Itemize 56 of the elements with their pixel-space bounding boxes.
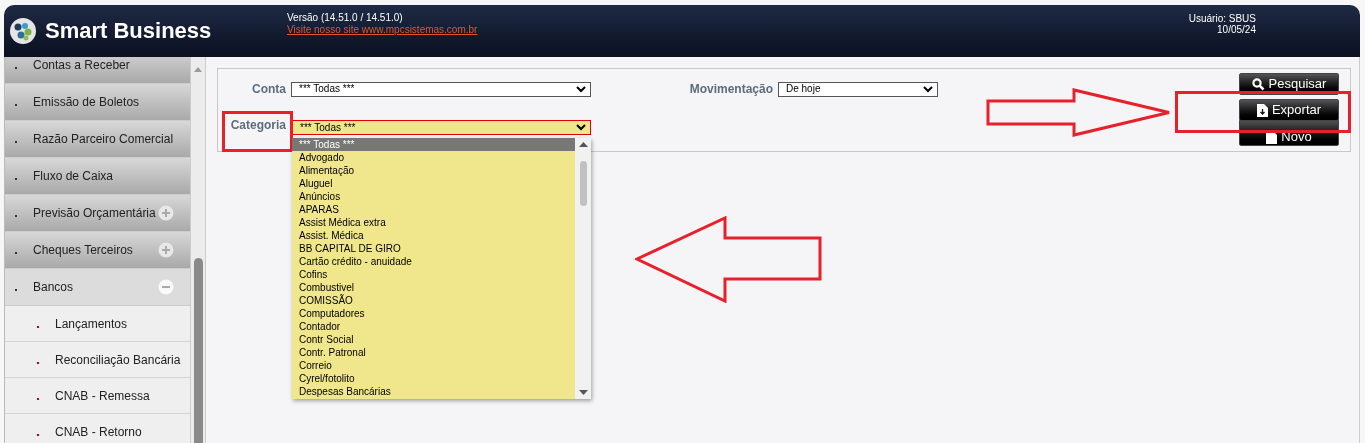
scroll-thumb[interactable] [579,161,587,206]
dropdown-option[interactable]: Anúncios [292,190,575,203]
sidebar-item[interactable]: Previsão Orçamentária [5,195,190,232]
dropdown-option[interactable]: Correio [292,359,575,372]
dropdown-option[interactable]: BB CAPITAL DE GIRO [292,242,575,255]
version-text: Versão (14.51.0 / 14.51.0) [287,12,404,24]
dropdown-option[interactable]: APARAS [292,203,575,216]
dropdown-option[interactable]: Cyrel/fotolito [292,372,575,385]
dropdown-option[interactable]: Contr Social [292,333,575,346]
field-label: Conta [251,81,286,98]
chevron-down-icon [923,85,933,93]
dropdown-select[interactable]: De hoje [778,81,938,97]
dropdown-option[interactable]: Despesas Bancárias [292,385,575,398]
dropdown-option[interactable]: Aluguel [292,177,575,190]
dropdown-option[interactable]: COMISSÃO [292,294,575,307]
scroll-thumb[interactable] [193,258,203,443]
sidebar-item[interactable]: Fluxo de Caixa [5,158,190,195]
dropdown-option[interactable]: Assist. Médica [292,229,575,242]
scrollbar[interactable] [575,138,591,399]
expand-icon[interactable] [158,205,174,221]
dropdown-option[interactable]: Alimentação [292,164,575,177]
collapse-icon[interactable] [158,279,174,295]
site-link[interactable]: Visite nosso site www.mpcsistemas.com.br [287,24,478,36]
logo-icon [9,17,37,45]
sidebar-item[interactable]: Bancos [5,269,190,306]
dropdown-option[interactable]: *** Todas *** [292,138,575,151]
file-icon [1266,130,1278,144]
dropdown-option[interactable]: Advogado [292,151,575,164]
sidebar-item[interactable]: Razão Parceiro Comercial [5,121,190,158]
scrollbar[interactable] [190,57,206,443]
dropdown-option[interactable]: Assist Médica extra [292,216,575,229]
expand-icon[interactable] [158,242,174,258]
sidebar-item[interactable]: Emissão de Boletos [5,84,190,121]
chevron-down-icon [576,124,586,131]
sidebar-item[interactable]: Cheques Terceiros [5,232,190,269]
search-icon [1251,77,1265,91]
field-label: Movimentação [689,81,773,98]
highlight-frame [222,111,293,152]
scroll-up-icon[interactable] [578,142,588,147]
dropdown-select[interactable]: *** Todas *** [292,120,591,135]
file-download-icon [1256,103,1268,117]
dropdown-select[interactable]: *** Todas *** [291,81,591,97]
dropdown-option[interactable]: Cartão crédito - anuidade [292,255,575,268]
dropdown-option[interactable]: Combustivel [292,281,575,294]
sidebar-item[interactable]: Contas a Receber [5,57,190,84]
action-button[interactable]: Exportar [1239,99,1339,121]
dropdown-option[interactable]: Computadores [292,307,575,320]
user-text: Usuário: SBUS [1188,13,1256,24]
chevron-down-icon [576,85,586,93]
scroll-down-icon[interactable] [578,390,588,395]
app-title: Smart Business [45,20,213,42]
date-text: 10/05/24 [1217,24,1256,35]
field-label: Categoria [229,117,286,134]
dropdown-option[interactable]: Cofins [292,268,575,281]
dropdown-option[interactable]: Contador [292,320,575,333]
dropdown-option[interactable]: Contr. Patronal [292,346,575,359]
